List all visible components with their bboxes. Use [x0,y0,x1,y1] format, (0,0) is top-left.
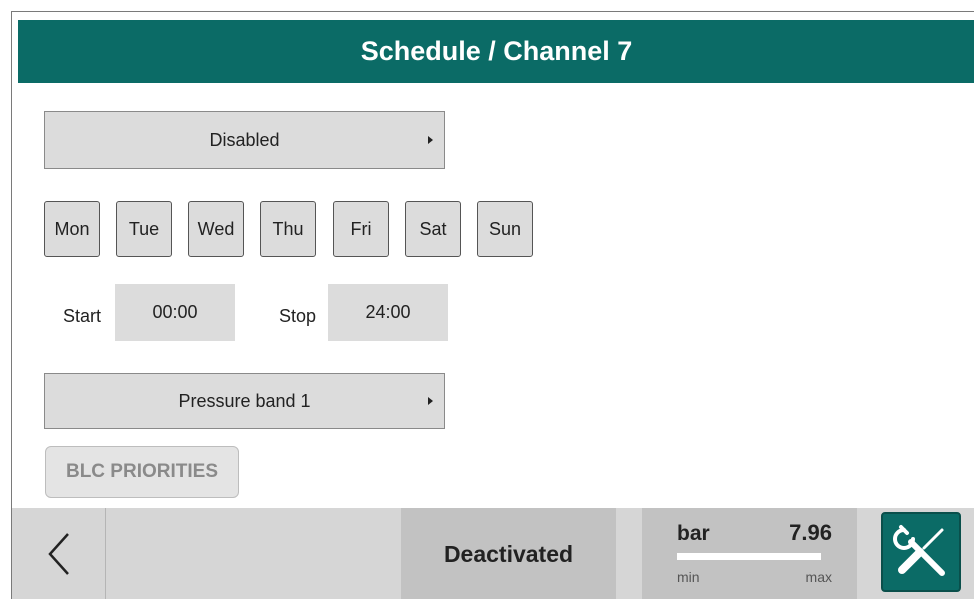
mode-dropdown[interactable]: Disabled [44,111,445,169]
stop-time-field[interactable]: 24:00 [328,284,448,341]
page-title: Schedule / Channel 7 [360,36,633,66]
gauge-min-label: min [677,569,700,585]
chevron-left-icon [47,533,69,575]
day-label: Thu [272,218,304,239]
day-button-wed[interactable]: Wed [188,201,244,257]
day-label: Fri [350,218,372,239]
stop-time-value: 24:00 [365,302,411,322]
gauge-bar [677,553,821,560]
day-button-tue[interactable]: Tue [116,201,172,257]
blc-priorities-label: BLC PRIORITIES [65,461,218,482]
gauge-bar-fill [677,553,821,560]
service-tools-button[interactable] [881,512,961,592]
stop-label: Stop [279,306,317,326]
wrench-screwdriver-icon [893,525,945,576]
day-button-thu[interactable]: Thu [260,201,316,257]
gauge-value: 7.96 [789,520,832,545]
mode-dropdown-value: Disabled [209,129,280,150]
page-title-bar: Schedule / Channel 7 [18,20,974,83]
gauge-unit: bar [677,522,710,545]
bottom-bar: Deactivated bar 7.96 min max [12,508,974,599]
day-button-sat[interactable]: Sat [405,201,461,257]
pressure-band-value: Pressure band 1 [178,390,311,411]
day-button-mon[interactable]: Mon [44,201,100,257]
pressure-gauge: bar 7.96 min max [642,508,857,599]
day-button-fri[interactable]: Fri [333,201,389,257]
dropdown-arrow-icon [428,397,433,405]
gauge-max-label: max [805,569,832,585]
day-label: Mon [54,218,90,239]
start-time-field[interactable]: 00:00 [115,284,235,341]
day-label: Sat [419,218,447,239]
day-label: Sun [488,218,522,239]
status-panel: Deactivated [401,508,616,599]
day-button-sun[interactable]: Sun [477,201,533,257]
start-time-value: 00:00 [152,302,198,322]
start-label: Start [63,306,102,326]
blc-priorities-button[interactable]: BLC PRIORITIES [45,446,239,498]
app-frame: Schedule / Channel 7 Disabled Mon Tue We… [11,11,974,599]
day-label: Wed [197,218,235,239]
pressure-band-dropdown[interactable]: Pressure band 1 [44,373,445,429]
dropdown-arrow-icon [428,136,433,144]
back-button[interactable] [12,508,106,599]
day-label: Tue [128,218,160,239]
status-text: Deactivated [443,540,574,567]
